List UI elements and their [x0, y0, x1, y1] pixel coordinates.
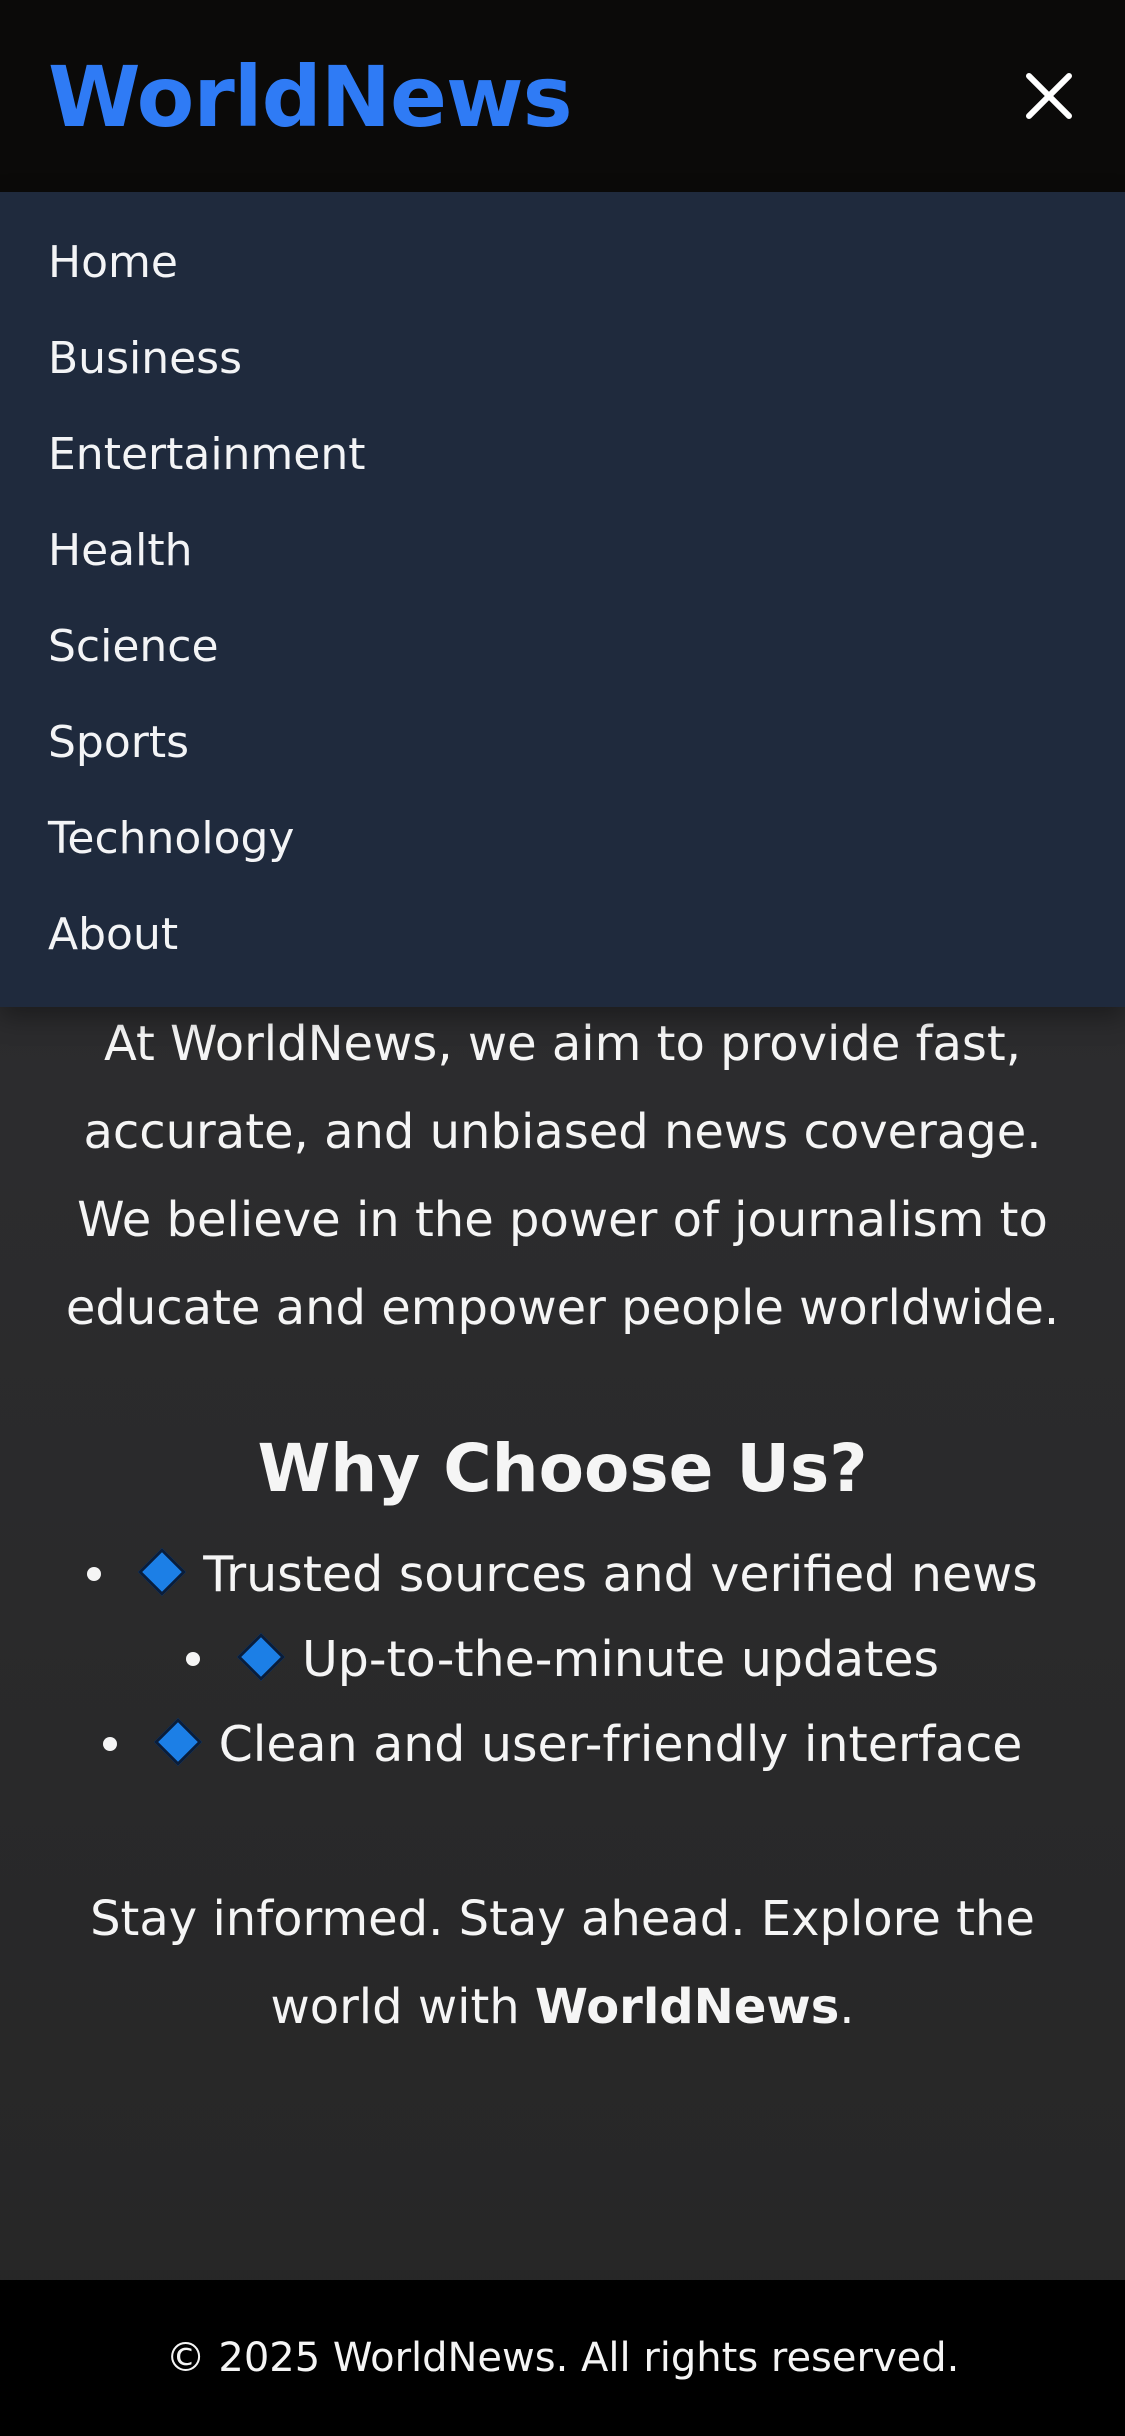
copyright-text: © 2025 WorldNews. All rights reserved.: [165, 2335, 960, 2381]
nav-item-entertainment[interactable]: Entertainment: [0, 407, 1125, 503]
nav-item-science[interactable]: Science: [0, 599, 1125, 695]
tagline: Stay informed. Stay ahead. Explore the w…: [63, 1875, 1063, 2051]
tagline-suffix: .: [839, 1979, 855, 2035]
list-item: Trusted sources and verified news: [0, 1532, 1125, 1617]
main-content: At WorldNews, we aim to provide fast, ac…: [0, 1000, 1125, 2051]
feature-text: Up-to-the-minute updates: [301, 1631, 940, 1688]
blue-diamond-icon: [153, 1717, 202, 1766]
list-item: Up-to-the-minute updates: [0, 1617, 1125, 1702]
blue-diamond-icon: [236, 1632, 285, 1681]
bullet-icon: [185, 1651, 200, 1666]
bullet-icon: [102, 1736, 117, 1751]
site-header: WorldNews: [0, 0, 1125, 192]
close-menu-button[interactable]: [1009, 56, 1089, 136]
features-list: Trusted sources and verified news Up-to-…: [0, 1532, 1125, 1787]
mission-statement: At WorldNews, we aim to provide fast, ac…: [65, 1016, 1060, 1336]
nav-item-sports[interactable]: Sports: [0, 695, 1125, 791]
nav-item-home[interactable]: Home: [0, 215, 1125, 311]
nav-menu: Home Business Entertainment Health Scien…: [0, 192, 1125, 1007]
nav-item-about[interactable]: About: [0, 887, 1125, 983]
site-logo[interactable]: WorldNews: [48, 42, 573, 152]
nav-item-technology[interactable]: Technology: [0, 791, 1125, 887]
site-footer: © 2025 WorldNews. All rights reserved.: [0, 2280, 1125, 2436]
feature-text: Trusted sources and verified news: [203, 1546, 1038, 1603]
page: WorldNews Home Business Entertainment He…: [0, 0, 1125, 2436]
bullet-icon: [87, 1566, 102, 1581]
list-item: Clean and user-friendly interface: [0, 1702, 1125, 1787]
close-icon: [1026, 73, 1072, 119]
blue-diamond-icon: [138, 1547, 187, 1596]
feature-text: Clean and user-friendly interface: [218, 1716, 1023, 1773]
nav-item-health[interactable]: Health: [0, 503, 1125, 599]
nav-item-business[interactable]: Business: [0, 311, 1125, 407]
tagline-brand: WorldNews: [534, 1979, 840, 2035]
why-choose-us-heading: Why Choose Us?: [257, 1430, 868, 1507]
